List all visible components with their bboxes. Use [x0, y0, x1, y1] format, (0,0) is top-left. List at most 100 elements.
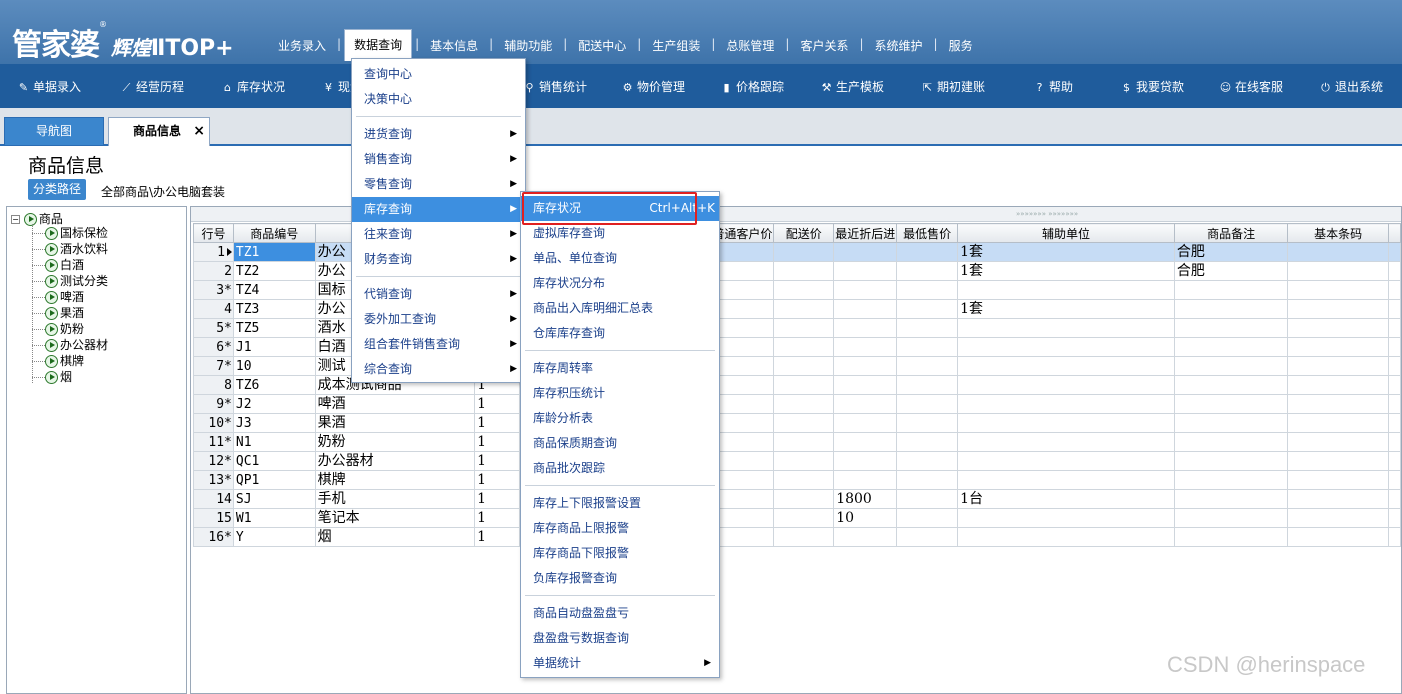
min-price-cell[interactable] — [896, 432, 959, 452]
collapse-icon[interactable]: − — [11, 215, 20, 224]
data-query-menu-item[interactable]: 决策中心 — [352, 87, 525, 112]
goods-name-cell[interactable]: 啤酒 — [314, 394, 476, 414]
spare-cell[interactable] — [1387, 242, 1401, 262]
aux-unit-cell[interactable] — [957, 318, 1175, 338]
recent-discount-price-cell[interactable] — [833, 318, 898, 338]
barcode-cell[interactable] — [1287, 261, 1389, 281]
row-number-cell[interactable]: 9* — [193, 394, 234, 414]
barcode-cell[interactable] — [1287, 280, 1389, 300]
main-menu-item-crm[interactable]: 客户关系 — [792, 35, 856, 61]
goods-code-cell[interactable]: SJ — [232, 489, 316, 509]
data-query-menu-item[interactable]: 组合套件销售查询 ▶ — [352, 332, 525, 357]
distribution-price-cell[interactable] — [773, 299, 835, 319]
barcode-cell[interactable] — [1287, 527, 1389, 547]
goods-code-cell[interactable]: W1 — [232, 508, 316, 528]
toolbar-exit[interactable]: ⏻ 退出系统 — [1319, 78, 1383, 95]
data-query-menu-item[interactable]: 财务查询 ▶ — [352, 247, 525, 272]
goods-note-cell[interactable] — [1173, 394, 1289, 414]
goods-note-cell[interactable] — [1173, 508, 1289, 528]
quantity-cell[interactable]: 1 — [474, 432, 520, 452]
row-number-cell[interactable]: 1 — [193, 242, 234, 262]
spare-cell[interactable] — [1387, 337, 1401, 357]
recent-discount-price-cell[interactable] — [833, 470, 898, 490]
spare-cell[interactable] — [1387, 432, 1401, 452]
min-price-cell[interactable] — [896, 356, 959, 376]
distribution-price-cell[interactable] — [773, 394, 835, 414]
aux-unit-cell[interactable] — [957, 527, 1175, 547]
goods-name-cell[interactable]: 棋牌 — [314, 470, 476, 490]
goods-code-cell[interactable]: N1 — [232, 432, 316, 452]
spare-cell[interactable] — [1387, 489, 1401, 509]
toolbar-document-entry[interactable]: ✎ 单据录入 — [17, 78, 81, 95]
goods-code-cell[interactable]: J2 — [232, 394, 316, 414]
spare-cell[interactable] — [1387, 318, 1401, 338]
aux-unit-cell[interactable] — [957, 375, 1175, 395]
distribution-price-cell[interactable] — [773, 242, 835, 262]
tree-item[interactable]: 国标保检 — [32, 225, 108, 241]
quantity-cell[interactable]: 1 — [474, 508, 520, 528]
recent-discount-price-cell[interactable] — [833, 451, 898, 471]
recent-discount-price-cell[interactable]: 10 — [833, 508, 898, 528]
toolbar-loan[interactable]: $ 我要贷款 — [1120, 78, 1184, 95]
recent-discount-price-cell[interactable] — [833, 432, 898, 452]
barcode-cell[interactable] — [1287, 413, 1389, 433]
goods-code-cell[interactable]: 10 — [232, 356, 316, 376]
row-number-cell[interactable]: 14 — [193, 489, 234, 509]
tree-item[interactable]: 啤酒 — [32, 289, 84, 305]
goods-note-cell[interactable] — [1173, 432, 1289, 452]
column-header[interactable] — [1387, 223, 1401, 243]
data-query-menu-item[interactable]: 综合查询 ▶ — [352, 357, 525, 382]
toolbar-stock-status[interactable]: ⌂ 库存状况 — [221, 78, 285, 95]
goods-code-cell[interactable]: TZ5 — [232, 318, 316, 338]
barcode-cell[interactable] — [1287, 432, 1389, 452]
recent-discount-price-cell[interactable] — [833, 413, 898, 433]
barcode-cell[interactable] — [1287, 508, 1389, 528]
barcode-cell[interactable] — [1287, 394, 1389, 414]
recent-discount-price-cell[interactable] — [833, 242, 898, 262]
quantity-cell[interactable]: 1 — [474, 489, 520, 509]
quantity-cell[interactable]: 1 — [474, 527, 520, 547]
tree-item[interactable]: 奶粉 — [32, 321, 84, 337]
main-menu-item-business[interactable]: 业务录入 — [270, 35, 334, 61]
column-header[interactable]: 配送价 — [773, 223, 835, 243]
toolbar-price-tracking[interactable]: ▮ 价格跟踪 — [720, 78, 784, 95]
goods-note-cell[interactable] — [1173, 451, 1289, 471]
recent-discount-price-cell[interactable] — [833, 527, 898, 547]
table-row[interactable]: 9* J2 啤酒 1 — [193, 394, 1401, 414]
toolbar-business-history[interactable]: ⟋ 经营历程 — [120, 78, 184, 95]
goods-note-cell[interactable] — [1173, 299, 1289, 319]
row-number-cell[interactable]: 15 — [193, 508, 234, 528]
barcode-cell[interactable] — [1287, 337, 1389, 357]
barcode-cell[interactable] — [1287, 242, 1389, 262]
stock-submenu-item[interactable]: 库存积压统计 — [521, 381, 719, 406]
main-menu-item-ledger[interactable]: 总账管理 — [718, 35, 782, 61]
goods-note-cell[interactable] — [1173, 527, 1289, 547]
barcode-cell[interactable] — [1287, 318, 1389, 338]
recent-discount-price-cell[interactable] — [833, 375, 898, 395]
stock-submenu-item[interactable]: 单据统计 ▶ — [521, 651, 719, 676]
tree-item[interactable]: 办公器材 — [32, 337, 108, 353]
column-header[interactable]: 商品编号 — [232, 223, 316, 243]
row-number-cell[interactable]: 12* — [193, 451, 234, 471]
goods-code-cell[interactable]: QP1 — [232, 470, 316, 490]
aux-unit-cell[interactable] — [957, 508, 1175, 528]
goods-note-cell[interactable] — [1173, 318, 1289, 338]
goods-note-cell[interactable] — [1173, 375, 1289, 395]
barcode-cell[interactable] — [1287, 356, 1389, 376]
quantity-cell[interactable]: 1 — [474, 413, 520, 433]
toolbar-opening-accounts[interactable]: ⇱ 期初建账 — [921, 78, 985, 95]
distribution-price-cell[interactable] — [773, 527, 835, 547]
distribution-price-cell[interactable] — [773, 508, 835, 528]
aux-unit-cell[interactable]: 1套 — [957, 299, 1175, 319]
stock-submenu-item[interactable]: 库龄分析表 — [521, 406, 719, 431]
recent-discount-price-cell[interactable]: 1800 — [833, 489, 898, 509]
min-price-cell[interactable] — [896, 489, 959, 509]
aux-unit-cell[interactable] — [957, 280, 1175, 300]
row-number-cell[interactable]: 4 — [193, 299, 234, 319]
stock-submenu-item[interactable]: 负库存报警查询 — [521, 566, 719, 591]
row-number-cell[interactable]: 6* — [193, 337, 234, 357]
stock-submenu-item[interactable]: 商品自动盘盈盘亏 — [521, 601, 719, 626]
tree-item[interactable]: 酒水饮料 — [32, 241, 108, 257]
aux-unit-cell[interactable] — [957, 356, 1175, 376]
spare-cell[interactable] — [1387, 413, 1401, 433]
